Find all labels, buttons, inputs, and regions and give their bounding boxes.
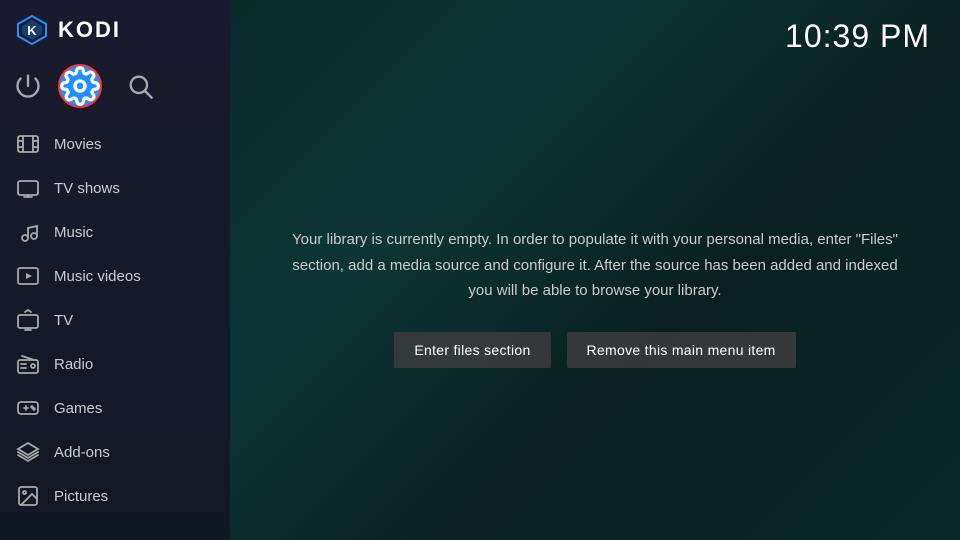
power-icon[interactable] <box>14 72 42 100</box>
sidebar-item-radio[interactable]: Radio <box>0 342 230 386</box>
sidebar-item-tvshows-label: TV shows <box>54 180 120 197</box>
main-content: 10:39 PM Your library is currently empty… <box>230 0 960 540</box>
sidebar-item-tv-label: TV <box>54 312 73 329</box>
content-body: Your library is currently empty. In orde… <box>230 55 960 540</box>
music-icon <box>16 220 40 244</box>
pictures-icon <box>16 484 40 508</box>
sidebar-item-tv[interactable]: TV <box>0 298 230 342</box>
top-bar: 10:39 PM <box>230 0 960 55</box>
tv-icon <box>16 176 40 200</box>
sidebar-item-addons-label: Add-ons <box>54 444 110 461</box>
app-title: KODI <box>58 17 121 43</box>
sidebar: K KODI <box>0 0 230 540</box>
sidebar-item-musicvideos[interactable]: Music videos <box>0 254 230 298</box>
enter-files-button[interactable]: Enter files section <box>394 332 550 368</box>
sidebar-header: K KODI <box>0 0 230 60</box>
radio-icon <box>16 352 40 376</box>
sidebar-item-tvshows[interactable]: TV shows <box>0 166 230 210</box>
sidebar-item-addons[interactable]: Add-ons <box>0 430 230 474</box>
addons-icon <box>16 440 40 464</box>
kodi-logo-icon: K <box>16 14 48 46</box>
sidebar-item-games-label: Games <box>54 400 102 417</box>
games-icon <box>16 396 40 420</box>
sidebar-icons-row <box>0 60 230 122</box>
action-buttons: Enter files section Remove this main men… <box>394 332 795 368</box>
sidebar-item-musicvideos-label: Music videos <box>54 268 141 285</box>
svg-text:K: K <box>27 23 37 38</box>
sidebar-item-pictures-label: Pictures <box>54 488 108 505</box>
library-empty-message: Your library is currently empty. In orde… <box>290 227 900 304</box>
sidebar-item-movies[interactable]: Movies <box>0 122 230 166</box>
nav-list: Movies TV shows Music <box>0 122 230 540</box>
clock-display: 10:39 PM <box>785 18 930 55</box>
settings-button[interactable] <box>58 64 102 108</box>
sidebar-item-movies-label: Movies <box>54 136 102 153</box>
tv2-icon <box>16 308 40 332</box>
film-icon <box>16 132 40 156</box>
music-video-icon <box>16 264 40 288</box>
sidebar-item-music-label: Music <box>54 224 93 241</box>
sidebar-item-games[interactable]: Games <box>0 386 230 430</box>
sidebar-item-radio-label: Radio <box>54 356 93 373</box>
sidebar-item-pictures[interactable]: Pictures <box>0 474 230 518</box>
sidebar-item-music[interactable]: Music <box>0 210 230 254</box>
search-icon[interactable] <box>126 72 154 100</box>
remove-menu-item-button[interactable]: Remove this main menu item <box>567 332 796 368</box>
